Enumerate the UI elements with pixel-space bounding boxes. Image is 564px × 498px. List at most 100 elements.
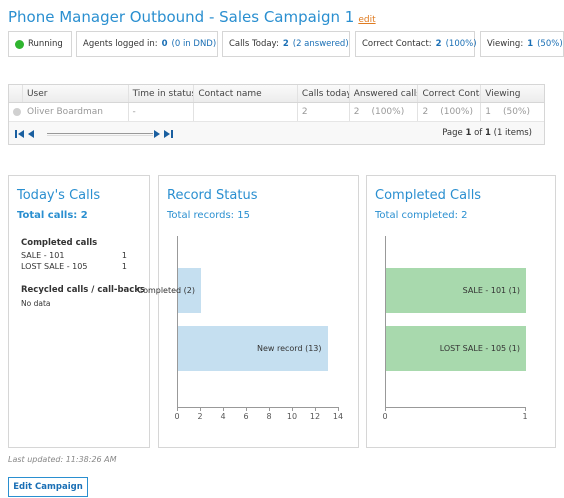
- total-calls: Total calls: 2: [17, 210, 88, 221]
- x-tick-label: 12: [309, 412, 321, 421]
- col-correct-contact[interactable]: Correct Contac: [418, 85, 482, 102]
- user-name: Oliver Boardman: [27, 107, 103, 117]
- completed-calls-title: Completed Calls: [375, 188, 482, 203]
- page-items: (1 items): [493, 128, 532, 138]
- x-tick-label: 6: [243, 412, 249, 421]
- pager: Page 1 of 1 (1 items): [9, 123, 544, 145]
- col-calls-today[interactable]: Calls today: [298, 85, 350, 102]
- record-status-title: Record Status: [167, 188, 258, 203]
- answered-value: 2: [353, 107, 360, 117]
- completed-calls-heading: Completed calls: [21, 238, 98, 248]
- total-pages: 1: [485, 128, 491, 138]
- col-time-in-status[interactable]: Time in status: [129, 85, 195, 102]
- x-tick-label: 0: [382, 412, 388, 421]
- todays-calls-title: Today's Calls: [17, 188, 101, 203]
- x-tick: [525, 407, 526, 411]
- grid-header-spacer: [9, 85, 23, 102]
- todays-calls-card: Today's Calls Total calls: 2 Completed c…: [8, 175, 150, 448]
- col-user[interactable]: User: [23, 85, 129, 102]
- x-tick: [315, 407, 316, 411]
- running-label: Running: [28, 39, 63, 49]
- page-info: Page 1 of 1 (1 items): [442, 128, 532, 138]
- list-item: LOST SALE - 105 1: [21, 262, 127, 271]
- calls-sub: (2 answered): [292, 39, 349, 49]
- page-number: 1: [465, 128, 472, 138]
- viewing-value-cell: 1: [485, 107, 491, 117]
- campaign-title: Phone Manager Outbound - Sales Campaign …: [8, 8, 355, 26]
- stat-viewing: Viewing: 1 (50%): [480, 31, 564, 57]
- x-axis: [177, 407, 338, 408]
- last-updated: Last updated: 11:38:26 AM: [8, 455, 117, 464]
- x-tick: [200, 407, 201, 411]
- first-page-icon[interactable]: [15, 129, 25, 139]
- viewing-sub: (50%): [537, 39, 563, 49]
- chart-bar: New record (13): [178, 326, 328, 371]
- x-tick: [385, 407, 386, 411]
- cell-time: -: [129, 103, 195, 121]
- correct-value-cell: 2: [422, 107, 429, 117]
- page-prefix: Page: [442, 128, 463, 138]
- correct-label: Correct Contact:: [362, 39, 432, 49]
- grid-header: User Time in status Contact name Calls t…: [9, 85, 544, 103]
- correct-pct: (100%): [440, 107, 473, 117]
- next-page-icon[interactable]: [153, 129, 161, 139]
- status-running: Running: [8, 31, 72, 57]
- correct-value: 2: [435, 39, 442, 49]
- completed-item-count: 1: [121, 251, 127, 260]
- x-tick-label: 2: [197, 412, 203, 421]
- x-tick-label: 1: [522, 412, 528, 421]
- prev-page-icon[interactable]: [27, 129, 35, 139]
- page-title: Phone Manager Outbound - Sales Campaign …: [8, 8, 376, 26]
- x-tick: [177, 407, 178, 411]
- chart-bar: LOST SALE - 105 (1): [386, 326, 526, 371]
- x-tick: [338, 407, 339, 411]
- edit-campaign-button[interactable]: Edit Campaign: [8, 477, 88, 497]
- col-answered-calls[interactable]: Answered calls: [350, 85, 419, 102]
- pager-slider[interactable]: [47, 133, 153, 136]
- edit-link[interactable]: edit: [358, 15, 375, 25]
- x-axis: [385, 407, 525, 408]
- recycled-calls-heading: Recycled calls / call-backs: [21, 285, 146, 295]
- agents-sub: (0 in DND): [171, 39, 217, 49]
- x-tick-label: 14: [332, 412, 344, 421]
- cell-answered: 2 (100%): [350, 103, 419, 121]
- calls-value: 2: [282, 39, 289, 49]
- agents-label: Agents logged in:: [83, 39, 158, 49]
- x-tick: [223, 407, 224, 411]
- agents-grid: User Time in status Contact name Calls t…: [8, 84, 545, 145]
- agents-value: 0: [161, 39, 168, 49]
- y-axis: [385, 236, 386, 407]
- x-tick-label: 0: [174, 412, 180, 421]
- cell-user: Oliver Boardman: [9, 103, 129, 121]
- viewing-label: Viewing:: [487, 39, 524, 49]
- stat-calls-today: Calls Today: 2 (2 answered): [222, 31, 350, 57]
- x-tick: [269, 407, 270, 411]
- last-page-icon[interactable]: [163, 129, 173, 139]
- col-viewing[interactable]: Viewing: [481, 85, 544, 102]
- cell-correct: 2 (100%): [418, 103, 482, 121]
- completed-item-name: LOST SALE - 105: [21, 262, 88, 271]
- chart-bar: Completed (2): [137, 268, 201, 313]
- correct-sub: (100%): [445, 39, 477, 49]
- recycled-no-data: No data: [21, 299, 51, 308]
- table-row[interactable]: Oliver Boardman - 2 2 (100%) 2 (100%) 1 (50…: [9, 103, 544, 122]
- completed-calls-subtitle: Total completed: 2: [375, 210, 468, 221]
- x-tick: [292, 407, 293, 411]
- stat-correct-contact: Correct Contact: 2 (100%): [355, 31, 477, 57]
- cell-viewing: 1 (50%): [481, 103, 544, 121]
- list-item: SALE - 101 1: [21, 251, 127, 260]
- y-axis: [177, 236, 178, 407]
- running-status-icon: [15, 39, 24, 49]
- record-status-subtitle: Total records: 15: [167, 210, 250, 221]
- cell-contact: [194, 103, 298, 121]
- col-contact-name[interactable]: Contact name: [194, 85, 298, 102]
- x-tick-label: 4: [220, 412, 226, 421]
- completed-calls-card: Completed Calls Total completed: 2 SALE …: [366, 175, 556, 448]
- stat-agents: Agents logged in: 0 (0 in DND): [76, 31, 218, 57]
- completed-item-name: SALE - 101: [21, 251, 65, 260]
- x-tick: [246, 407, 247, 411]
- total-calls-value: 2: [80, 210, 88, 221]
- cell-calls: 2: [298, 103, 350, 121]
- viewing-value: 1: [527, 39, 534, 49]
- user-status-icon: [13, 108, 21, 116]
